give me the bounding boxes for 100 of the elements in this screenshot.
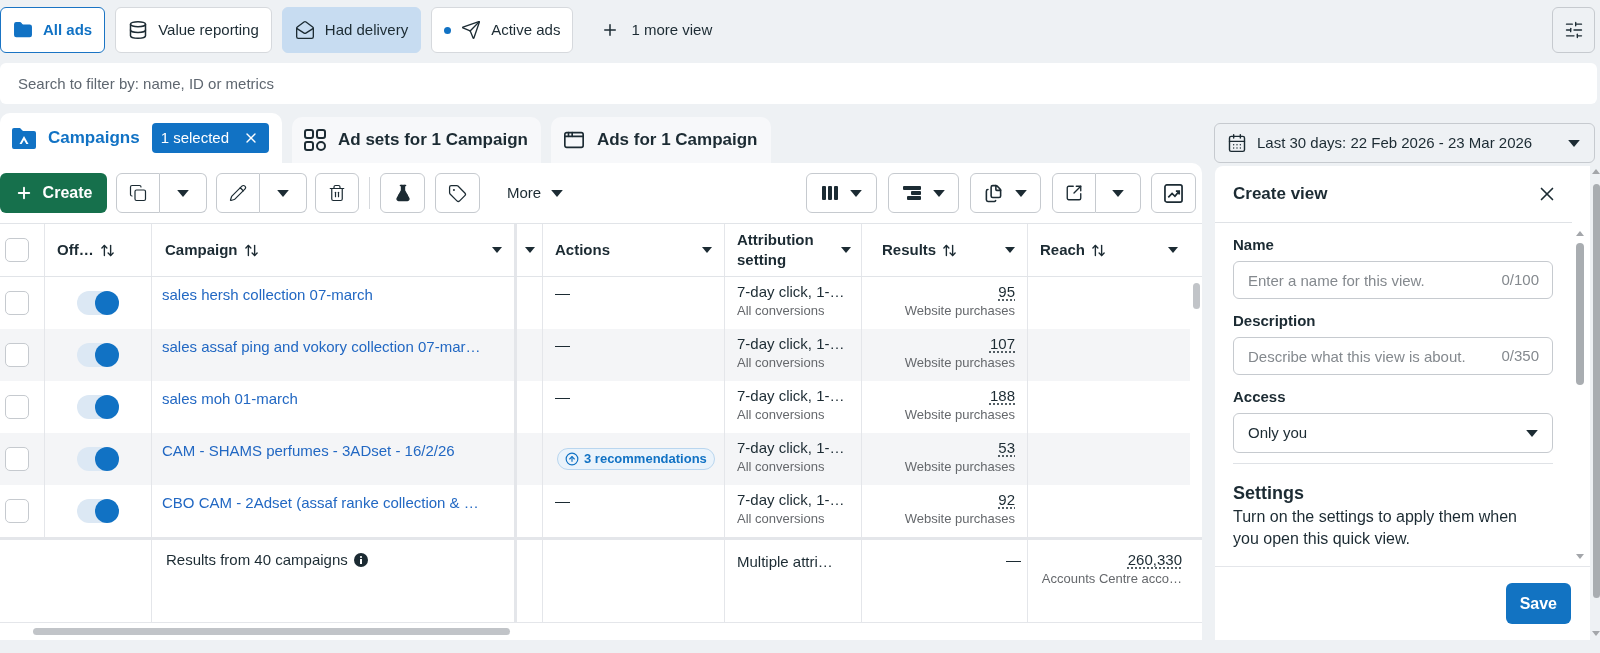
caret-icon[interactable] (702, 247, 712, 253)
database-icon (128, 20, 149, 40)
field-label: Name (1233, 235, 1275, 255)
panel-title: Create view (1233, 183, 1328, 206)
filter-settings-button[interactable] (1552, 7, 1595, 53)
tag-button[interactable] (435, 173, 480, 213)
view-button[interactable]: Active ads (431, 7, 574, 53)
column-header[interactable]: Results (882, 240, 937, 260)
checkbox[interactable] (5, 499, 29, 523)
caret-icon[interactable] (841, 247, 851, 253)
columns-button[interactable] (806, 173, 877, 213)
results-value: 92 (998, 490, 1015, 510)
column-header[interactable]: Reach (1040, 240, 1086, 260)
checkbox[interactable] (5, 291, 29, 315)
sort-icon[interactable] (99, 242, 115, 258)
toggle-switch[interactable] (77, 343, 119, 367)
caret-icon (177, 189, 189, 197)
duplicate-button[interactable] (116, 173, 160, 213)
recommendations-badge[interactable]: 3 recommendations (557, 448, 715, 470)
attribution-text: 7-day click, 1-… (737, 334, 845, 354)
charts-button[interactable] (1151, 173, 1196, 213)
date-range-button[interactable]: Last 30 days: 22 Feb 2026 - 23 Mar 2026 (1214, 123, 1595, 163)
summary-results: — (1006, 550, 1021, 570)
delete-button[interactable] (315, 173, 359, 213)
results-label: Website purchases (904, 406, 1015, 423)
folder-icon (13, 20, 33, 40)
results-label: Website purchases (904, 458, 1015, 475)
caret-icon (932, 189, 945, 197)
results-label: Website purchases (904, 510, 1015, 527)
toggle-switch[interactable] (77, 291, 119, 315)
save-button[interactable]: Save (1505, 583, 1571, 624)
empty-value: — (555, 335, 570, 355)
view-button[interactable]: Had delivery (281, 7, 422, 53)
checkbox[interactable] (5, 343, 29, 367)
checkbox[interactable] (5, 447, 29, 471)
campaign-link[interactable]: CAM - SHAMS perfumes - 3ADset - 16/2/26 (162, 442, 455, 459)
scrollbar-thumb[interactable] (1576, 243, 1584, 385)
export-menu-button[interactable] (1096, 173, 1141, 213)
view-button[interactable]: Value reporting (115, 7, 272, 53)
caret-icon[interactable] (492, 247, 502, 253)
tag-icon (448, 183, 467, 203)
toggle-switch[interactable] (77, 499, 119, 523)
line-chart-icon (1164, 183, 1183, 203)
reports-button[interactable] (970, 173, 1041, 213)
sort-icon[interactable] (243, 242, 259, 258)
access-select[interactable]: Only you (1233, 413, 1553, 453)
results-value: 107 (989, 334, 1015, 354)
toggle-switch[interactable] (77, 395, 119, 419)
search-field[interactable]: Search to filter by: name, ID or metrics (0, 63, 1597, 104)
toggle-switch[interactable] (77, 447, 119, 471)
campaign-link[interactable]: sales moh 01-march (162, 390, 298, 407)
edit-button[interactable] (216, 173, 260, 213)
caret-icon (1568, 139, 1580, 147)
column-header[interactable]: Actions (555, 240, 610, 260)
calendar-icon (1227, 133, 1247, 153)
caret-icon[interactable] (524, 247, 535, 253)
info-icon[interactable] (353, 553, 368, 567)
export-button[interactable] (1052, 173, 1096, 213)
sort-icon[interactable] (1091, 242, 1107, 258)
caret-icon[interactable] (1168, 247, 1178, 253)
column-header[interactable]: Attribution setting (737, 230, 835, 270)
copy-icon (129, 184, 147, 202)
more-button[interactable]: More (497, 173, 574, 213)
view-button[interactable]: All ads (0, 7, 106, 53)
test-button[interactable] (380, 173, 425, 213)
empty-value: — (555, 387, 570, 407)
folder-icon (12, 127, 36, 149)
trash-icon (328, 184, 346, 202)
create-button[interactable]: Create (0, 173, 107, 213)
empty-value: — (555, 491, 570, 511)
column-header[interactable]: Campaign (165, 240, 238, 260)
results-label: Website purchases (904, 354, 1015, 371)
section-description: Turn on the settings to apply them when you open this quick view. (1233, 507, 1518, 549)
campaign-link[interactable]: sales hersh collection 07-march (162, 286, 373, 303)
sort-icon[interactable] (942, 242, 958, 258)
attribution-note: All conversions (737, 354, 825, 371)
caret-icon (1015, 189, 1027, 197)
checkbox[interactable] (5, 238, 29, 262)
duplicate-menu-button[interactable] (160, 173, 207, 213)
campaign-link[interactable]: CBO CAM - 2Adset (assaf ranke collection & … (162, 494, 479, 511)
external-link-icon (1065, 184, 1083, 202)
more-views-button[interactable]: 1 more view (597, 7, 717, 53)
results-label: Website purchases (904, 302, 1015, 319)
envelope-icon (294, 20, 315, 40)
grid-icon (304, 129, 327, 151)
level-tab[interactable]: Ads for 1 Campaign (550, 117, 771, 163)
campaign-link[interactable]: sales assaf ping and vokory collection 07-mar… (162, 338, 481, 355)
caret-icon (849, 189, 862, 197)
edit-menu-button[interactable] (260, 173, 307, 213)
caret-icon (277, 189, 289, 197)
checkbox[interactable] (5, 395, 29, 419)
scrollbar-thumb[interactable] (1592, 184, 1600, 598)
level-tab[interactable]: Ad sets for 1 Campaign (292, 117, 541, 163)
scrollbar-thumb[interactable] (1192, 283, 1200, 309)
caret-icon[interactable] (1005, 247, 1015, 253)
attribution-note: All conversions (737, 302, 825, 319)
level-tab[interactable]: Campaigns 1 selected (0, 113, 283, 163)
breakdown-button[interactable] (888, 173, 959, 213)
column-header[interactable]: Off… (57, 240, 94, 260)
scrollbar-thumb[interactable] (33, 628, 510, 635)
